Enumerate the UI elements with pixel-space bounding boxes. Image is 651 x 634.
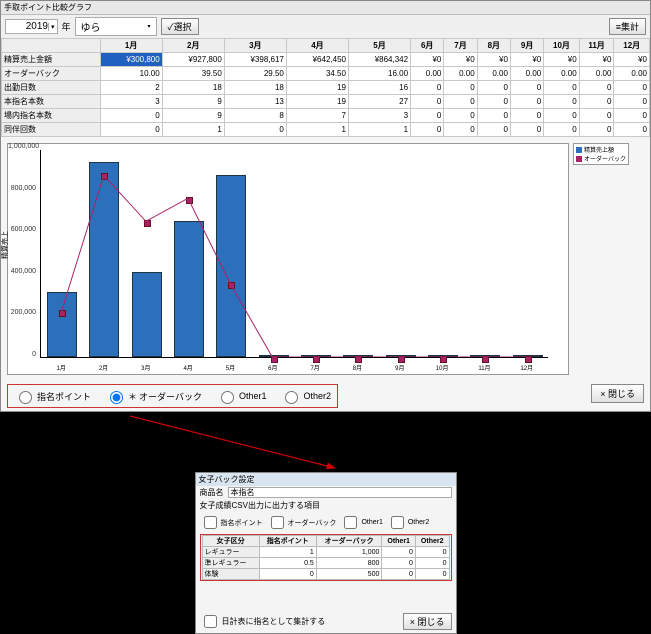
staff-select[interactable]: ゆら ▾ — [75, 17, 157, 36]
select-button[interactable]: ✓選択 — [161, 18, 199, 35]
series-radio-group: 指名ポイント ＊オーダーバック Other1 Other2 — [7, 384, 338, 408]
daily-report-check[interactable]: 日計表に指名として集計する — [200, 612, 326, 631]
rate-table[interactable]: 女子区分指名ポイントオーダーバックOther1Other2レギュラー11,000… — [202, 535, 450, 580]
dialog-close-button[interactable]: × 閉じる — [403, 613, 452, 630]
csv-check-3[interactable]: Other2 — [387, 513, 429, 532]
radio-shimei[interactable]: 指名ポイント — [14, 388, 91, 404]
csv-output-label: 女子成績CSV出力に出力する項目 — [196, 499, 456, 512]
radio-other2[interactable]: Other2 — [280, 388, 331, 404]
aggregate-button[interactable]: ≡集計 — [609, 18, 646, 35]
product-input[interactable] — [228, 487, 452, 498]
radio-other1[interactable]: Other1 — [216, 388, 267, 404]
product-label: 商品名 — [200, 487, 224, 498]
csv-check-0[interactable]: 指名ポイント — [200, 513, 263, 532]
dialog-title: 女子バック設定 — [196, 473, 456, 486]
csv-check-1[interactable]: オーダーバック — [267, 513, 337, 532]
window-title: 手取ポイント比較グラフ — [1, 1, 650, 15]
year-dropdown-icon[interactable]: ▾ — [48, 23, 57, 31]
y-axis-label: 精算売上 — [0, 231, 10, 259]
year-spinner[interactable]: ▾ — [5, 19, 58, 34]
staff-name: ゆら — [81, 19, 101, 34]
chevron-down-icon: ▾ — [148, 23, 151, 30]
year-input[interactable] — [6, 20, 48, 33]
chart: 精算売上 0200,000400,000600,000800,0001,000,… — [7, 143, 569, 375]
close-button[interactable]: × 閉じる — [591, 384, 644, 403]
back-settings-dialog: 女子バック設定 商品名 女子成績CSV出力に出力する項目 指名ポイントオーダーバ… — [195, 472, 457, 634]
csv-check-2[interactable]: Other1 — [340, 513, 382, 532]
year-suffix: 年 — [62, 20, 71, 33]
data-grid[interactable]: 1月2月3月4月5月6月7月8月9月10月11月12月精算売上金額¥300,80… — [1, 38, 650, 137]
radio-orderback[interactable]: ＊オーダーバック — [105, 388, 202, 404]
chart-legend: 精算売上額 オーダーバック — [573, 143, 629, 165]
